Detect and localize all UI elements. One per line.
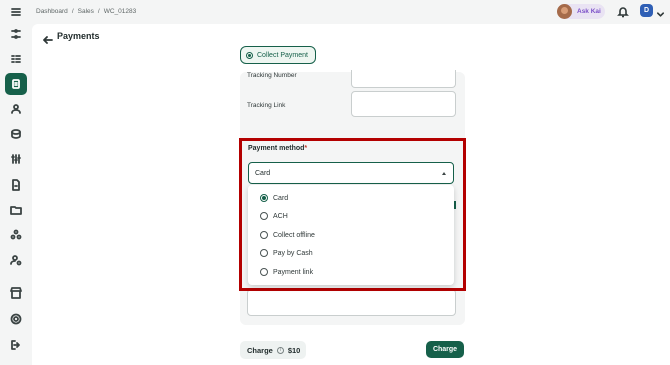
payment-method-select[interactable]: Card xyxy=(248,162,454,184)
sliders-icon[interactable] xyxy=(7,150,25,168)
document-icon[interactable] xyxy=(7,176,25,194)
list-icon[interactable] xyxy=(7,50,25,68)
logout-icon[interactable] xyxy=(7,336,25,354)
main-panel: Payments Collect Payment Tracking Number… xyxy=(32,24,670,365)
caret-up-icon xyxy=(442,172,446,175)
ask-kai-label: Ask Kai xyxy=(577,8,601,15)
folder-icon[interactable] xyxy=(7,201,25,219)
breadcrumb-separator: / xyxy=(97,8,100,15)
payment-method-label: Payment method* xyxy=(248,145,307,152)
user-icon[interactable] xyxy=(7,100,25,118)
option-payment-link[interactable]: Payment link xyxy=(260,266,313,278)
radio-icon xyxy=(260,268,268,276)
radio-icon xyxy=(260,231,268,239)
tracking-link-label: Tracking Link xyxy=(247,102,286,109)
collect-payment-option[interactable]: Collect Payment xyxy=(240,46,316,64)
team-icon[interactable] xyxy=(7,226,25,244)
breadcrumb-order-id: WC_01283 xyxy=(103,8,137,15)
chevron-down-icon[interactable] xyxy=(656,6,665,17)
collect-payment-label: Collect Payment xyxy=(257,51,308,59)
breadcrumb-dashboard[interactable]: Dashboard xyxy=(36,8,68,15)
option-ach[interactable]: ACH xyxy=(260,210,288,222)
charge-summary: Charge i $10 xyxy=(240,341,306,359)
option-pay-by-cash[interactable]: Pay by Cash xyxy=(260,247,313,259)
tracking-link-input[interactable] xyxy=(351,91,456,117)
charge-amount: $10 xyxy=(287,345,301,355)
radio-icon xyxy=(260,194,268,202)
coins-icon[interactable] xyxy=(7,125,25,143)
breadcrumb-sales[interactable]: Sales xyxy=(78,8,94,15)
charge-summary-label: Charge xyxy=(247,345,273,355)
bell-icon[interactable] xyxy=(617,5,629,18)
breadcrumb: Dashboard / Sales / WC_01283 xyxy=(36,8,140,15)
ask-kai-button[interactable]: Ask Kai xyxy=(557,4,605,19)
orders-icon[interactable] xyxy=(5,73,27,95)
user-settings-icon[interactable] xyxy=(7,251,25,269)
back-arrow-icon[interactable] xyxy=(43,32,53,44)
breadcrumb-separator: / xyxy=(71,8,74,15)
option-label: Card xyxy=(273,194,289,202)
required-mark: * xyxy=(304,145,308,152)
tracking-number-input[interactable] xyxy=(351,70,456,88)
store-icon[interactable] xyxy=(7,284,25,302)
gear-icon[interactable] xyxy=(7,310,25,328)
sidebar xyxy=(0,0,32,365)
filters-icon[interactable] xyxy=(7,25,25,43)
tracking-number-label: Tracking Number xyxy=(247,72,297,79)
payment-method-dropdown: Card ACH Collect offline Pay by Cash Pay… xyxy=(248,185,454,285)
option-label: Pay by Cash xyxy=(273,249,313,257)
option-label: Collect offline xyxy=(273,231,315,239)
option-collect-offline[interactable]: Collect offline xyxy=(260,229,315,241)
radio-selected-icon xyxy=(246,51,253,59)
radio-icon xyxy=(260,212,268,220)
payment-method-value: Card xyxy=(255,169,271,177)
page-title: Payments xyxy=(57,31,100,41)
charge-button[interactable]: Charge xyxy=(426,341,464,358)
option-label: Payment link xyxy=(273,268,314,276)
option-label: ACH xyxy=(273,212,288,220)
radio-icon xyxy=(260,249,268,257)
payment-method-text: Payment method xyxy=(248,145,305,152)
info-icon[interactable]: i xyxy=(276,346,284,354)
option-card[interactable]: Card xyxy=(260,192,288,204)
menu-icon[interactable] xyxy=(7,3,25,21)
kai-avatar xyxy=(557,4,572,19)
form-field-input[interactable] xyxy=(247,289,456,316)
profile-avatar[interactable]: D xyxy=(640,4,653,17)
